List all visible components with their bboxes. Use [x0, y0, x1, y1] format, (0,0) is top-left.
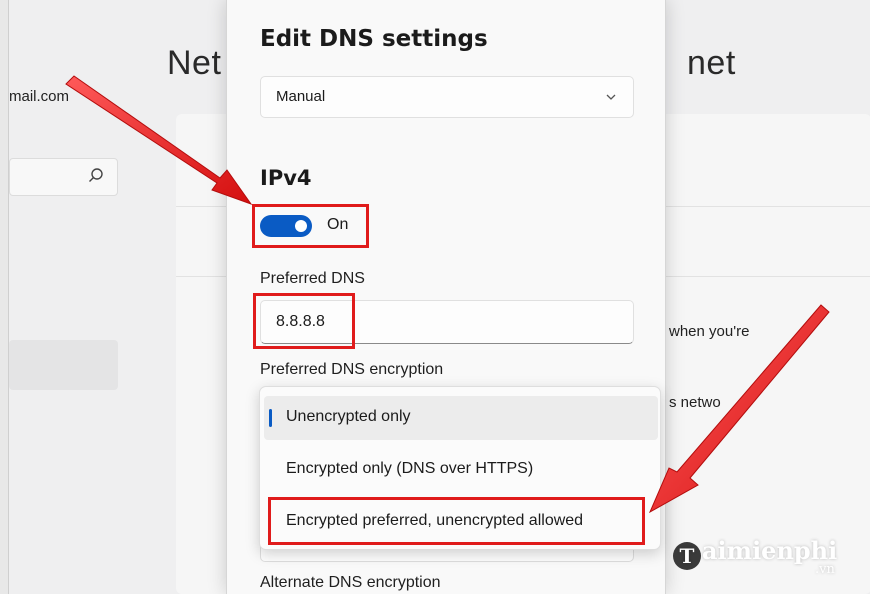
highlight-toggle	[252, 204, 369, 248]
settings-search-box[interactable]	[9, 158, 118, 196]
alternate-dns-encryption-label: Alternate DNS encryption	[260, 574, 441, 591]
preferred-dns-encryption-label: Preferred DNS encryption	[260, 361, 444, 378]
search-icon	[89, 168, 103, 182]
watermark-brand: aimienphi	[702, 536, 838, 565]
account-email: mail.com	[9, 88, 70, 105]
encryption-option-unencrypted[interactable]: Unencrypted only	[264, 396, 658, 440]
page-title-right: net	[687, 44, 736, 82]
dialog-title: Edit DNS settings	[260, 26, 488, 52]
option-label: Unencrypted only	[286, 408, 411, 425]
watermark-tld: .vn	[815, 562, 835, 577]
page-title-left: Net	[167, 44, 222, 82]
setting-description: when you're	[669, 323, 750, 340]
watermark-logo: Taimienphi .vn	[673, 536, 838, 577]
chevron-down-icon	[606, 94, 616, 100]
sidebar-item-selected[interactable]	[9, 340, 118, 390]
highlight-preferred-dns	[253, 293, 355, 349]
dns-mode-select[interactable]: Manual	[260, 76, 634, 118]
setting-description: s netwo	[669, 394, 721, 411]
selected-indicator	[269, 409, 272, 427]
dns-mode-value: Manual	[276, 88, 326, 105]
option-label: Encrypted only (DNS over HTTPS)	[286, 460, 534, 477]
ipv4-heading: IPv4	[260, 166, 312, 190]
encryption-option-doh[interactable]: Encrypted only (DNS over HTTPS)	[264, 448, 658, 492]
preferred-dns-label: Preferred DNS	[260, 270, 365, 287]
watermark-initial: T	[673, 542, 701, 570]
highlight-encryption-option	[268, 497, 645, 545]
